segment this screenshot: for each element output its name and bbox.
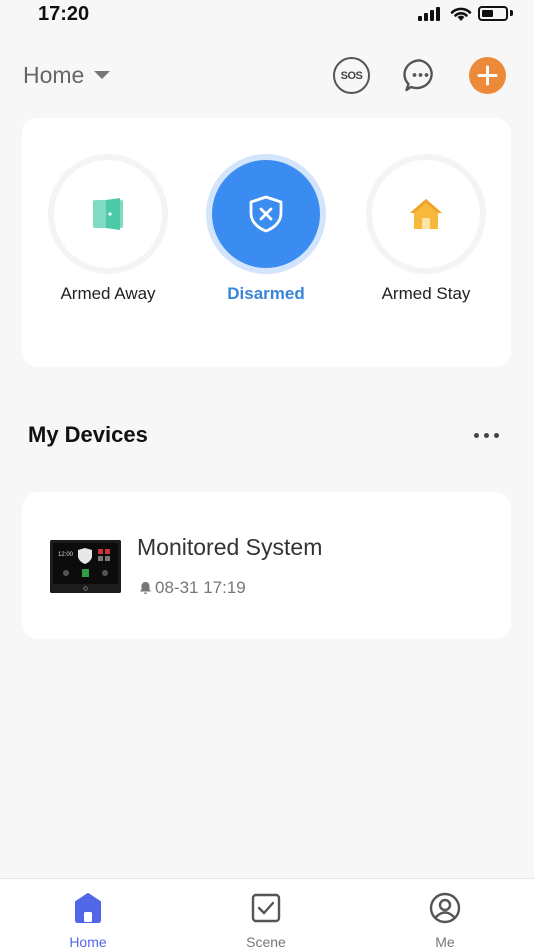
door-exit-icon [93, 198, 123, 230]
device-card[interactable]: 12:00 Monitored System 08-31 17:19 [22, 492, 511, 639]
status-time: 17:20 [38, 3, 90, 25]
shield-x-icon [249, 195, 283, 233]
thumbnail-time: 12:00 [58, 552, 74, 558]
user-circle-icon [429, 892, 461, 924]
mode-armed-stay[interactable]: Armed Stay [366, 160, 486, 304]
home-title: Home [23, 62, 85, 88]
tab-me[interactable]: Me [405, 891, 485, 950]
cellular-signal-icon [418, 7, 442, 21]
mode-label: Armed Stay [381, 284, 471, 303]
add-button[interactable] [469, 57, 506, 94]
device-last-event-time: 08-31 17:19 [155, 578, 246, 597]
home-selector[interactable]: Home [23, 62, 111, 89]
chat-bubble-icon [403, 59, 433, 92]
chevron-down-icon [94, 70, 111, 79]
messages-button[interactable] [402, 57, 439, 94]
tab-label: Me [435, 934, 455, 950]
tab-label: Home [69, 934, 107, 950]
device-thumbnail: 12:00 [50, 540, 121, 593]
mode-armed-away[interactable]: Armed Away [48, 160, 168, 304]
home-icon [75, 893, 101, 923]
tab-bar: Home Scene Me [0, 878, 534, 950]
more-horizontal-icon[interactable] [474, 428, 504, 442]
bell-icon [140, 582, 151, 594]
wifi-icon [450, 7, 472, 21]
tab-home[interactable]: Home [48, 891, 128, 950]
battery-icon [478, 6, 508, 21]
mode-label: Armed Away [60, 284, 156, 303]
tab-label: Scene [246, 934, 286, 950]
sos-icon: SOS [340, 69, 363, 82]
house-icon [410, 199, 442, 229]
sos-button[interactable]: SOS [333, 57, 370, 94]
header: Home SOS [0, 52, 534, 100]
plus-icon [477, 65, 498, 86]
checkbox-icon [251, 893, 281, 923]
security-mode-card: Armed Away Disarmed Armed Stay [22, 118, 511, 367]
tab-scene[interactable]: Scene [226, 891, 306, 950]
mode-label: Disarmed [227, 284, 305, 303]
section-title-my-devices: My Devices [28, 422, 148, 447]
status-bar: 17:20 [0, 0, 534, 30]
mode-disarmed[interactable]: Disarmed [206, 160, 326, 304]
device-name: Monitored System [137, 534, 323, 560]
